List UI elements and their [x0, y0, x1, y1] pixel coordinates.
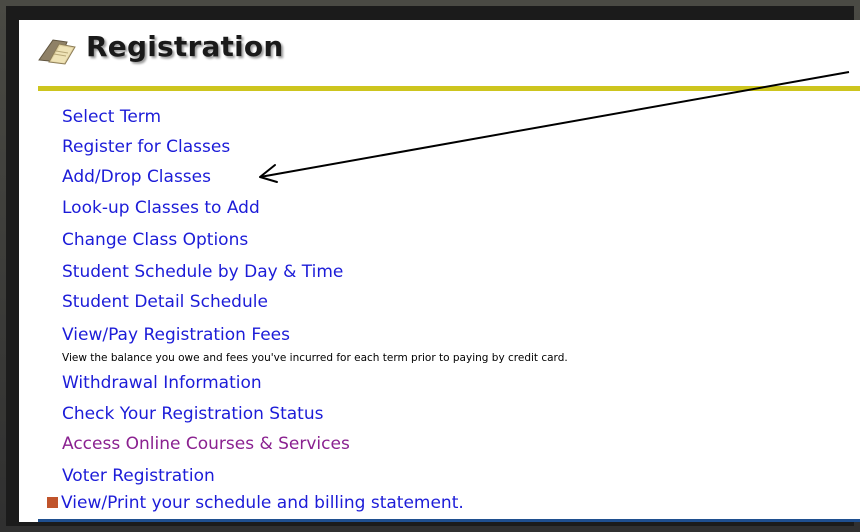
folder-icon	[38, 39, 76, 65]
menu-link-print-schedule-billing[interactable]: View/Print your schedule and billing sta…	[61, 493, 464, 513]
menu-link-select-term[interactable]: Select Term	[62, 107, 161, 127]
header-divider	[38, 86, 860, 91]
menu-link-look-up-classes[interactable]: Look-up Classes to Add	[62, 198, 260, 218]
menu-link-detail-schedule[interactable]: Student Detail Schedule	[62, 292, 268, 312]
menu-link-register-for-classes[interactable]: Register for Classes	[62, 137, 230, 157]
menu-link-schedule-by-day-time[interactable]: Student Schedule by Day & Time	[62, 262, 343, 282]
menu-link-add-drop-classes[interactable]: Add/Drop Classes	[62, 167, 211, 187]
menu-link-voter-registration[interactable]: Voter Registration	[62, 466, 215, 486]
bullet-icon	[47, 497, 58, 508]
footer-divider	[38, 519, 860, 522]
menu-link-change-class-options[interactable]: Change Class Options	[62, 230, 248, 250]
menu-link-online-courses[interactable]: Access Online Courses & Services	[62, 434, 350, 454]
page-title: Registration	[86, 30, 284, 63]
menu-link-withdrawal-information[interactable]: Withdrawal Information	[62, 373, 262, 393]
registration-panel: Registration Select Term Register for Cl…	[19, 20, 860, 522]
menu-link-pay-registration-fees[interactable]: View/Pay Registration Fees	[62, 325, 290, 345]
menu-link-registration-status[interactable]: Check Your Registration Status	[62, 404, 323, 424]
fees-description: View the balance you owe and fees you've…	[62, 352, 568, 364]
page-header: Registration	[19, 20, 860, 84]
